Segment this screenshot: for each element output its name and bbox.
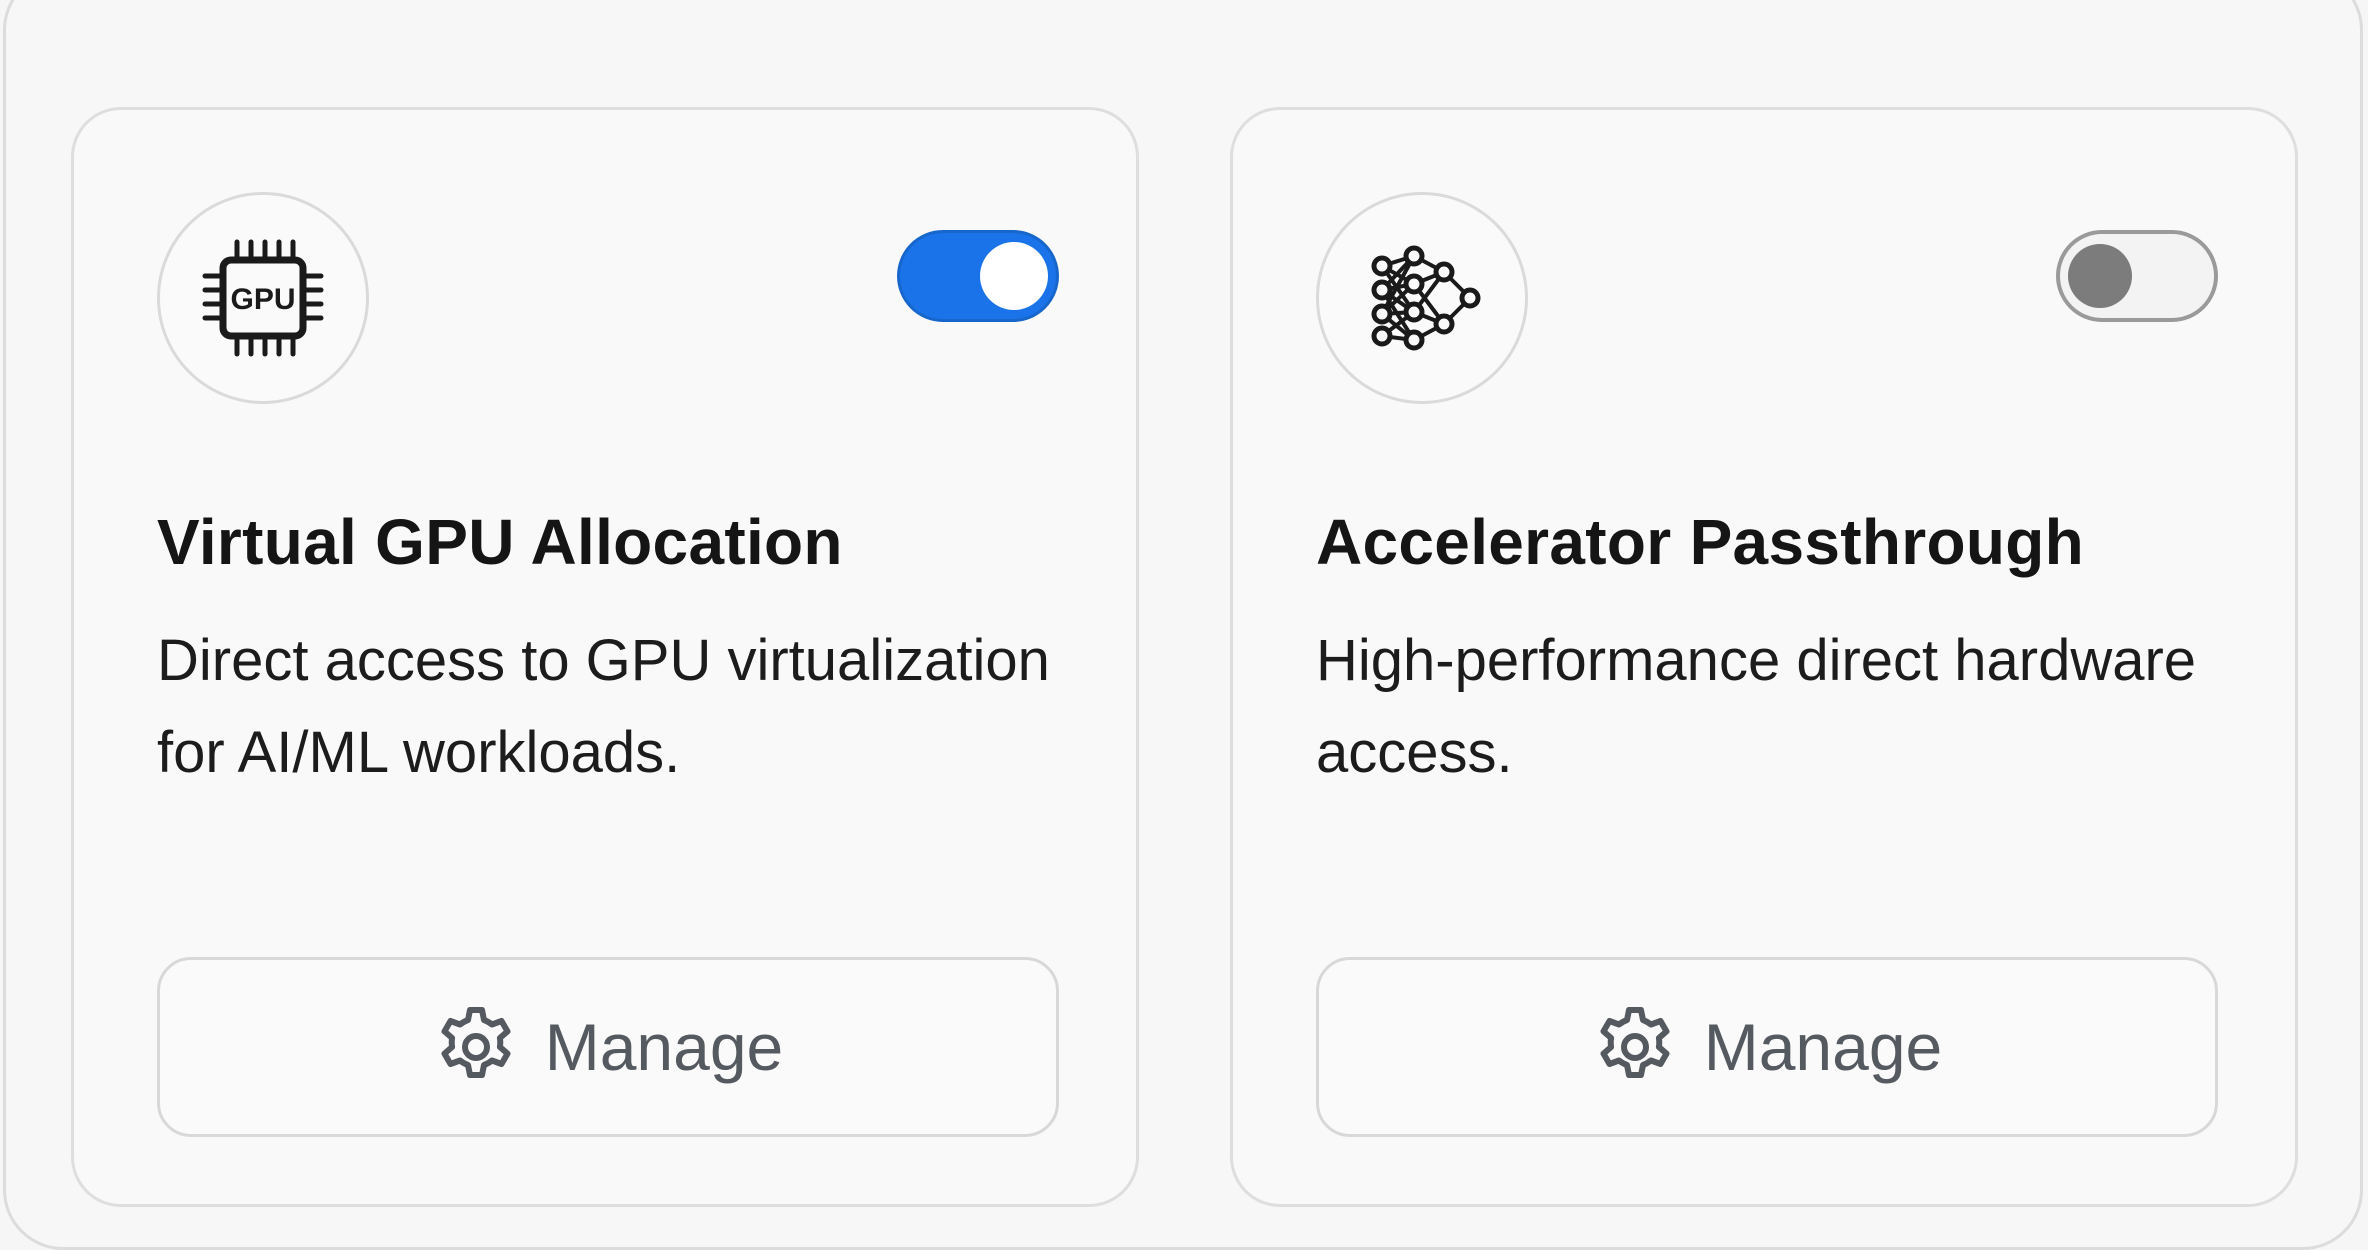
icon-badge: GPU [157,192,369,404]
card-description: High-performance direct hardware access. [1316,628,2197,785]
gear-icon [441,1007,511,1078]
card-description: Direct access to GPU virtualization for … [157,628,1050,785]
manage-button-label: Manage [1703,1010,1943,1084]
feature-card-virtual-gpu: GPU Virtual GPU Allocation Direct access… [71,107,1139,1207]
icon-badge [1316,192,1528,404]
manage-button[interactable]: Manage [157,957,1059,1137]
manage-button[interactable]: Manage [1316,957,2218,1137]
manage-button-label: Manage [544,1010,784,1084]
gear-icon [1600,1007,1670,1078]
toggle-virtual-gpu[interactable] [897,230,1059,322]
gpu-chip-icon: GPU [202,239,324,357]
toggle-accelerator-passthrough[interactable] [2056,230,2218,322]
card-title: Virtual GPU Allocation [157,506,843,578]
feature-card-accelerator-passthrough: Accelerator Passthrough High-performance… [1230,107,2298,1207]
toggle-knob [980,242,1048,310]
toggle-knob [2068,244,2132,308]
card-title: Accelerator Passthrough [1316,506,2085,578]
neural-network-icon [1371,245,1481,351]
gpu-chip-label: GPU [230,283,295,316]
